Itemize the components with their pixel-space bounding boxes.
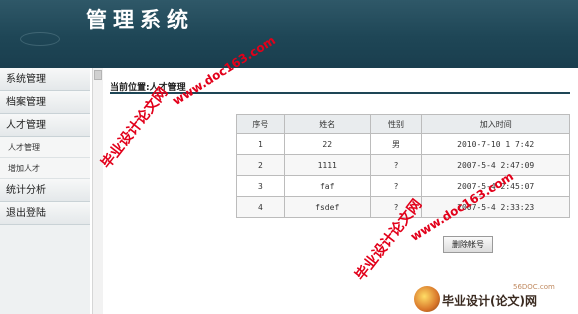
table-row[interactable]: 3 faf ? 2007-5-4 2:45:07	[236, 175, 570, 197]
footer-site-name: 56DOC.com	[513, 283, 555, 291]
cell-name: 1111	[283, 154, 371, 176]
header-decoration	[20, 32, 60, 46]
scrollbar-thumb[interactable]	[94, 70, 102, 80]
column-header-name: 姓名	[283, 114, 371, 134]
cell-no: 2	[236, 154, 285, 176]
cell-name: faf	[283, 175, 371, 197]
app-window: 管理系统 系统管理 档案管理 人才管理 人才管理 增加人才 统计分析 退出登陆 …	[0, 0, 578, 314]
table-header-row: 序号 姓名 性别 加入时间	[236, 114, 570, 134]
cell-gender: ?	[369, 175, 423, 197]
cell-gender: ?	[369, 154, 423, 176]
watermark-cn: 毕业设计论文网	[98, 84, 172, 172]
cell-no: 3	[236, 175, 285, 197]
cell-name: 22	[283, 133, 371, 155]
sidebar-item-archives[interactable]: 档案管理	[0, 91, 90, 114]
header-banner: 管理系统	[0, 0, 578, 68]
sidebar-scrollbar[interactable]	[92, 68, 103, 314]
sidebar-item-system[interactable]: 系统管理	[0, 68, 90, 91]
cell-no: 4	[236, 196, 285, 218]
column-header-no: 序号	[236, 114, 285, 134]
cell-no: 1	[236, 133, 285, 155]
sidebar-item-talent[interactable]: 人才管理	[0, 114, 90, 137]
sidebar-item-statistics[interactable]: 统计分析	[0, 179, 90, 202]
footer-logo-emblem	[414, 286, 440, 312]
table-row[interactable]: 2 1111 ? 2007-5-4 2:47:09	[236, 154, 570, 176]
cell-joined: 2007-5-4 2:47:09	[421, 154, 570, 176]
table-row[interactable]: 1 22 男 2010-7-10 1 7:42	[236, 133, 570, 155]
app-title: 管理系统	[86, 7, 194, 32]
footer-logo-text: 毕业设计(论文)网	[442, 294, 537, 308]
sidebar: 系统管理 档案管理 人才管理 人才管理 增加人才 统计分析 退出登陆	[0, 68, 90, 314]
cell-gender: 男	[369, 133, 423, 155]
delete-account-button[interactable]: 删除帐号	[443, 236, 493, 253]
column-header-joined: 加入时间	[421, 114, 570, 134]
cell-name: fsdef	[283, 196, 371, 218]
cell-joined: 2010-7-10 1 7:42	[421, 133, 570, 155]
sidebar-subitem-add-talent[interactable]: 增加人才	[0, 158, 90, 179]
column-header-gender: 性别	[369, 114, 423, 134]
sidebar-item-logout[interactable]: 退出登陆	[0, 202, 90, 225]
sidebar-subitem-talent-manage[interactable]: 人才管理	[0, 137, 90, 158]
